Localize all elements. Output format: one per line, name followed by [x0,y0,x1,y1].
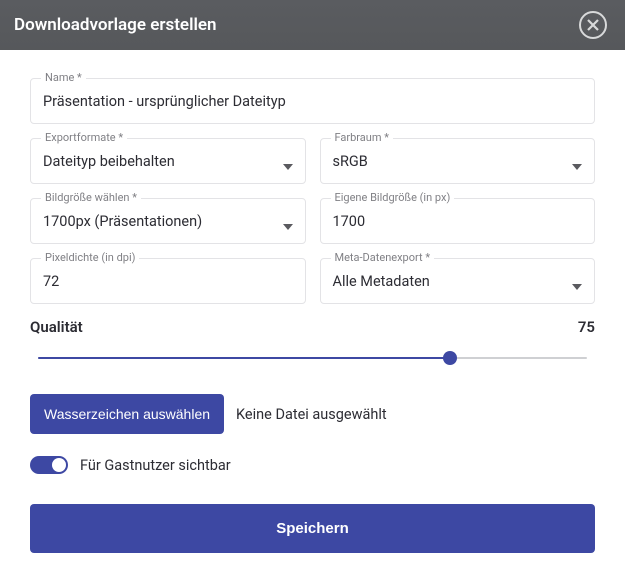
save-button[interactable]: Speichern [30,504,595,553]
image-size-select[interactable]: 1700px (Präsentationen) [31,199,305,243]
color-space-field[interactable]: Farbraum * sRGB [320,138,596,184]
image-size-field[interactable]: Bildgröße wählen * 1700px (Präsentatione… [30,198,306,244]
toggle-thumb [52,458,66,472]
chevron-down-icon [283,217,293,227]
close-icon [587,19,599,31]
quality-header: Qualität 75 [30,318,595,336]
watermark-button[interactable]: Wasserzeichen auswählen [30,394,224,434]
modal-body: Name * Exportformate * Dateityp beibehal… [0,50,625,573]
export-format-value: Dateityp beibehalten [43,153,175,170]
slider-fill [38,357,450,359]
quality-slider[interactable] [30,344,595,372]
slider-thumb[interactable] [443,351,457,365]
custom-size-input[interactable] [321,199,595,243]
watermark-status: Keine Datei ausgewählt [236,406,387,423]
image-size-label: Bildgröße wählen * [41,191,141,204]
quality-value: 75 [578,318,595,336]
color-space-select[interactable]: sRGB [321,139,595,183]
name-label: Name * [41,71,86,84]
custom-size-label: Eigene Bildgröße (in px) [331,191,455,204]
close-button[interactable] [579,11,607,39]
name-field[interactable]: Name * [30,78,595,124]
modal-title: Downloadvorlage erstellen [14,15,217,35]
guest-toggle[interactable] [30,456,68,474]
quality-label: Qualität [30,318,83,336]
export-format-label: Exportformate * [41,131,127,144]
meta-export-select[interactable]: Alle Metadaten [321,259,595,303]
modal-header: Downloadvorlage erstellen [0,0,625,50]
export-format-select[interactable]: Dateityp beibehalten [31,139,305,183]
pixel-density-field[interactable]: Pixeldichte (in dpi) [30,258,306,304]
meta-export-label: Meta-Datenexport * [331,251,435,264]
pixel-density-input[interactable] [31,259,305,303]
guest-toggle-row: Für Gastnutzer sichtbar [30,456,595,474]
watermark-row: Wasserzeichen auswählen Keine Datei ausg… [30,394,595,434]
chevron-down-icon [283,157,293,167]
image-size-value: 1700px (Präsentationen) [43,213,202,230]
color-space-value: sRGB [333,153,368,170]
export-format-field[interactable]: Exportformate * Dateityp beibehalten [30,138,306,184]
pixel-density-label: Pixeldichte (in dpi) [41,251,139,264]
color-space-label: Farbraum * [331,131,393,144]
chevron-down-icon [572,277,582,287]
guest-toggle-label: Für Gastnutzer sichtbar [80,457,231,474]
name-input[interactable] [31,79,594,123]
meta-export-value: Alle Metadaten [333,273,430,290]
meta-export-field[interactable]: Meta-Datenexport * Alle Metadaten [320,258,596,304]
chevron-down-icon [572,157,582,167]
custom-size-field[interactable]: Eigene Bildgröße (in px) [320,198,596,244]
